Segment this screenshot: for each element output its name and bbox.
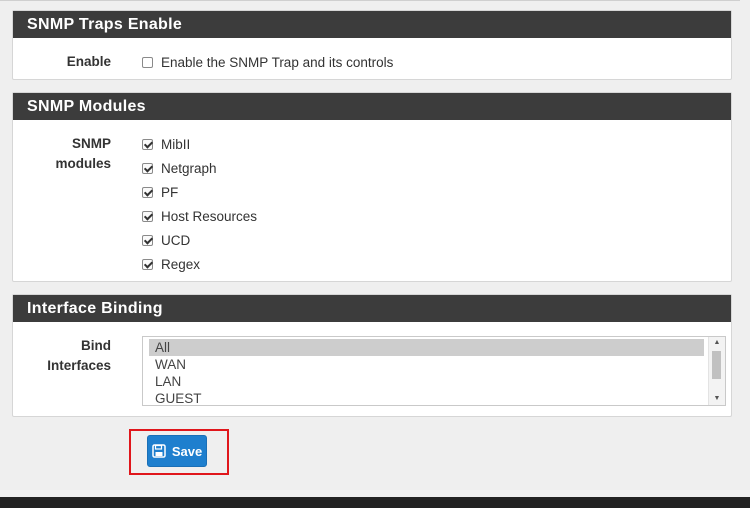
panel-snmp-modules: SNMP Modules SNMP modules MibII Netgraph… (12, 92, 732, 282)
module-label-mibii: MibII (161, 136, 191, 152)
interface-option-all[interactable]: All (149, 339, 704, 356)
panel-snmp-traps: SNMP Traps Enable Enable Enable the SNMP… (12, 10, 732, 80)
enable-label: Enable (66, 54, 111, 69)
module-item-host-resources[interactable]: Host Resources (142, 206, 257, 226)
panel-title-snmp-traps: SNMP Traps Enable (13, 11, 731, 38)
interface-option-wan[interactable]: WAN (149, 356, 704, 373)
scroll-up-arrow-icon[interactable]: ▲ (709, 337, 725, 349)
save-button-label: Save (171, 443, 203, 459)
module-label-ucd: UCD (161, 232, 191, 248)
module-checkbox-ucd[interactable] (142, 234, 153, 246)
page-footer (0, 497, 750, 508)
bind-interfaces-listbox[interactable]: All WAN LAN GUEST ▲ ▼ (142, 336, 726, 406)
module-label-host-resources: Host Resources (161, 208, 258, 224)
module-item-pf[interactable]: PF (142, 182, 178, 202)
enable-trap-checkbox[interactable] (142, 56, 153, 68)
enable-trap-checkbox-line[interactable]: Enable the SNMP Trap and its controls (142, 52, 393, 72)
module-item-netgraph[interactable]: Netgraph (142, 158, 217, 178)
module-label-pf: PF (161, 184, 179, 200)
module-label-regex: Regex (161, 256, 201, 272)
interface-option-guest[interactable]: GUEST (149, 390, 704, 405)
enable-trap-text: Enable the SNMP Trap and its controls (161, 54, 394, 70)
scroll-thumb[interactable] (712, 351, 721, 379)
bind-label-line2: Interfaces (47, 358, 111, 373)
bind-label-line1: Bind (81, 338, 111, 353)
module-checkbox-mibii[interactable] (142, 138, 153, 150)
modules-label-line1: SNMP (71, 136, 111, 151)
panel-title-interface-binding: Interface Binding (13, 295, 731, 322)
listbox-scrollbar[interactable]: ▲ ▼ (708, 337, 725, 405)
panel-interface-binding: Interface Binding Bind Interfaces All WA… (12, 294, 732, 417)
top-border (0, 0, 740, 1)
modules-label-line2: modules (55, 156, 111, 171)
scroll-down-arrow-icon[interactable]: ▼ (709, 393, 725, 405)
floppy-disk-icon (152, 444, 166, 458)
module-item-regex[interactable]: Regex (142, 254, 200, 274)
save-button[interactable]: Save (147, 435, 207, 467)
module-checkbox-netgraph[interactable] (142, 162, 153, 174)
interface-option-lan[interactable]: LAN (149, 373, 704, 390)
module-label-netgraph: Netgraph (161, 160, 217, 176)
panel-title-snmp-modules: SNMP Modules (13, 93, 731, 120)
module-item-mibii[interactable]: MibII (142, 134, 190, 154)
module-item-ucd[interactable]: UCD (142, 230, 190, 250)
module-checkbox-pf[interactable] (142, 186, 153, 198)
module-checkbox-host-resources[interactable] (142, 210, 153, 222)
module-checkbox-regex[interactable] (142, 258, 153, 270)
